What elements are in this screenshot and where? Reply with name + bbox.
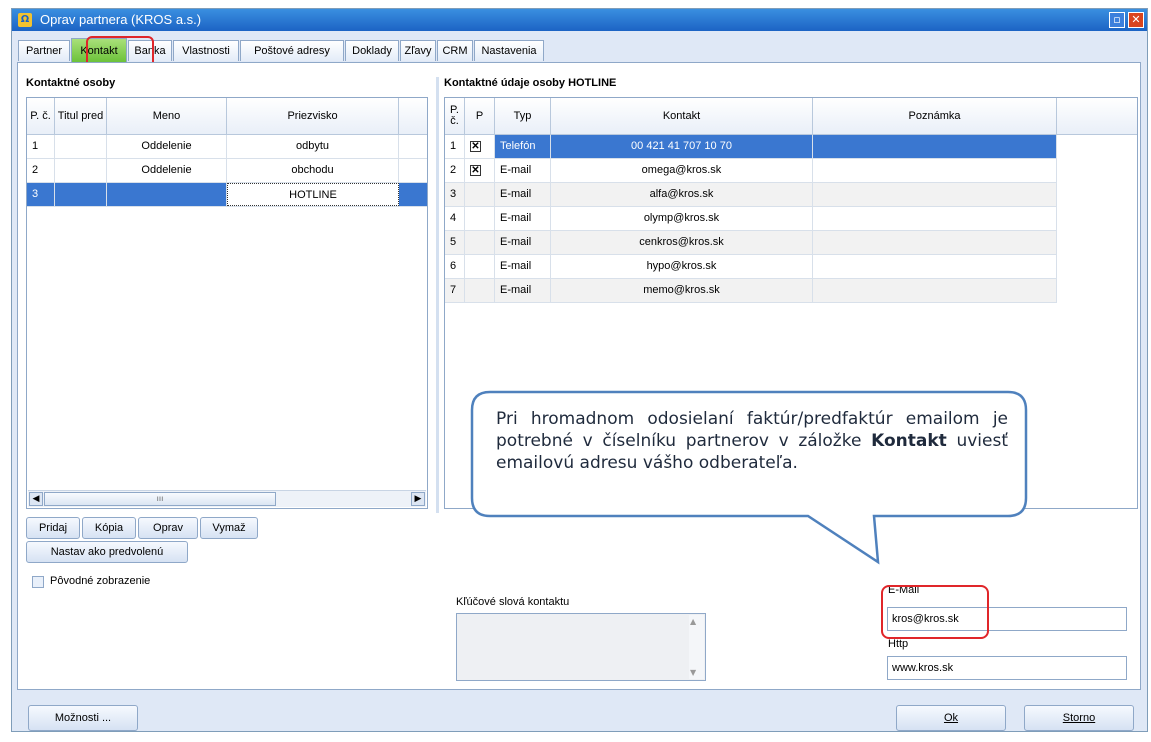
ok-button[interactable]: Ok: [896, 705, 1006, 731]
callout-bubble: [470, 390, 1028, 565]
cancel-button[interactable]: Storno: [1024, 705, 1134, 731]
options-button[interactable]: Možnosti ...: [28, 705, 138, 731]
callout-text: Pri hromadnom odosielaní faktúr/predfakt…: [496, 408, 1008, 474]
callout-text-bold: Kontakt: [871, 431, 947, 451]
